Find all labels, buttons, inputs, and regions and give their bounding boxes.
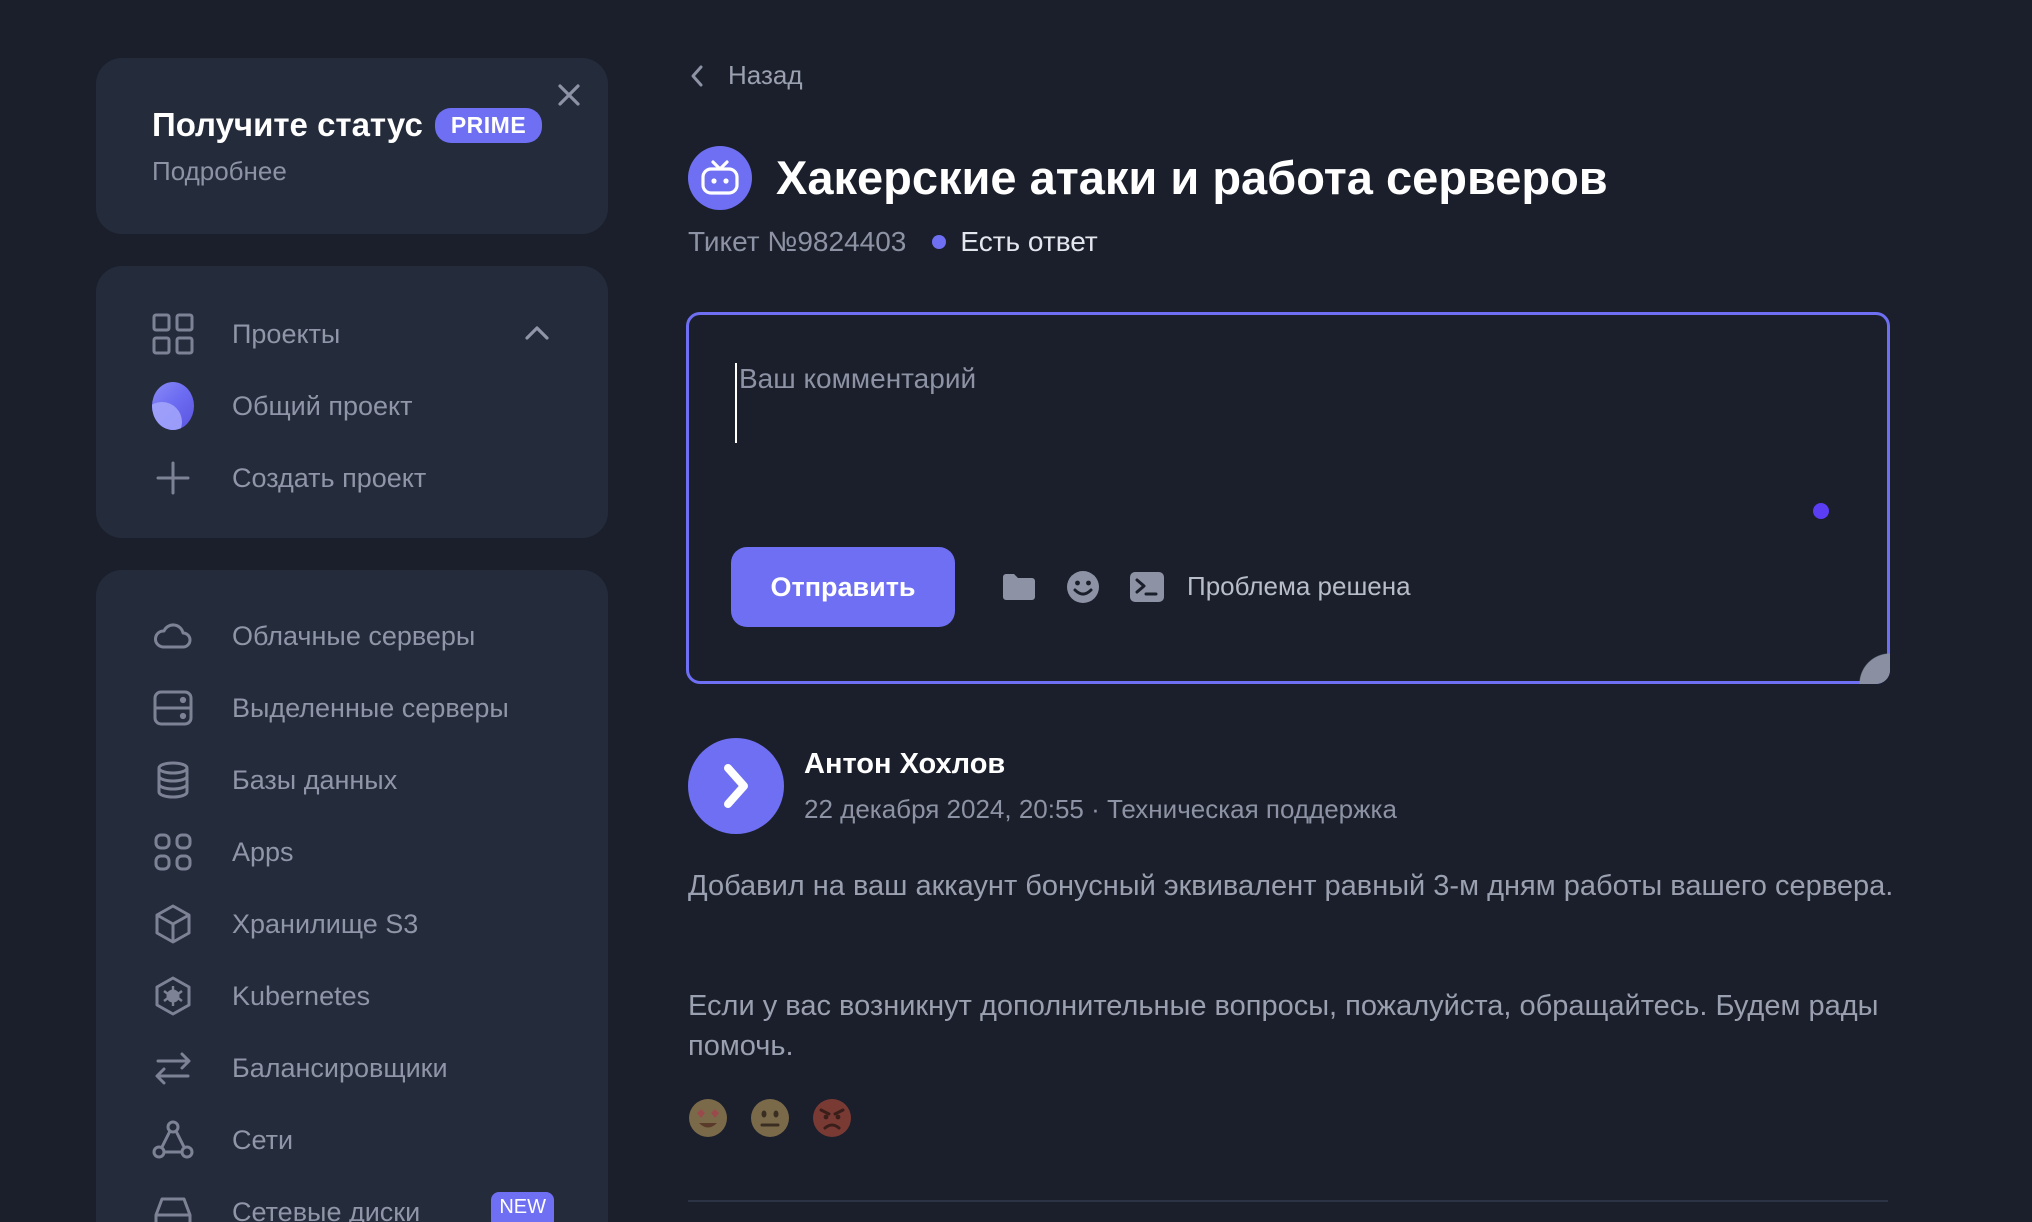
send-button[interactable]: Отправить [731, 547, 955, 627]
ticket-meta: Тикет №9824403 Есть ответ [688, 226, 1098, 258]
balancer-arrows-icon [152, 1047, 194, 1089]
terminal-icon[interactable] [1127, 567, 1167, 607]
new-badge: NEW [491, 1192, 554, 1222]
angry-face-reaction[interactable] [812, 1098, 852, 1138]
sidebar-item-label: Хранилище S3 [232, 908, 419, 939]
sidebar-item-label: Балансировщики [232, 1052, 448, 1083]
chevron-up-icon[interactable] [520, 316, 554, 350]
database-icon [152, 759, 194, 801]
reactions [688, 1098, 852, 1138]
create-project-item[interactable]: Создать проект [152, 452, 568, 504]
reply-paragraph: Если у вас возникнут дополнительные вопр… [688, 990, 1879, 1062]
sidebar-item-label: Сети [232, 1124, 294, 1155]
server-icon [152, 687, 194, 729]
sidebar-item-label: Базы данных [232, 764, 398, 795]
sidebar-item-s3-storage[interactable]: Хранилище S3 [152, 898, 568, 950]
chevron-left-icon [691, 65, 703, 86]
back-link[interactable]: Назад [686, 60, 803, 91]
sidebar-item-label: Выделенные серверы [232, 692, 509, 723]
reply-paragraph: Добавил на ваш аккаунт бонусный эквивале… [688, 870, 1894, 902]
sidebar-item-label: Kubernetes [232, 980, 371, 1011]
problem-solved-button[interactable]: Проблема решена [1187, 571, 1411, 602]
author-name: Антон Хохлов [804, 748, 1006, 780]
status-badge: Есть ответ [960, 226, 1098, 257]
create-project-label: Создать проект [232, 462, 427, 493]
promo-title-text: Получите статус [152, 106, 423, 143]
sidebar-item-networks[interactable]: Сети [152, 1114, 568, 1166]
sidebar-item-network-disks[interactable]: Сетевые диски NEW [152, 1186, 568, 1222]
indicator-dot [1813, 503, 1829, 519]
heart-eyes-reaction[interactable] [688, 1098, 728, 1138]
storage-cube-icon [152, 903, 194, 945]
project-item-general[interactable]: Общий проект [152, 380, 568, 432]
emoji-icon[interactable] [1063, 567, 1103, 607]
projects-card: Проекты Общий проект Создать проект [96, 266, 608, 538]
disk-icon [152, 1191, 194, 1222]
prime-promo-card: Получите статус PRIME Подробнее [96, 58, 608, 234]
close-icon[interactable] [552, 78, 586, 112]
sidebar-item-label: Сетевые диски [232, 1196, 421, 1222]
page-title: Хакерские атаки и работа серверов [776, 151, 1608, 204]
status-dot [932, 235, 947, 249]
project-label: Общий проект [232, 390, 413, 421]
project-avatar-icon [152, 382, 194, 430]
projects-header-label: Проекты [232, 318, 341, 349]
sidebar-item-databases[interactable]: Базы данных [152, 754, 568, 806]
reply-meta: 22 декабря 2024, 20:55 · Техническая под… [804, 794, 1397, 824]
sidebar-item-dedicated-servers[interactable]: Выделенные серверы [152, 682, 568, 734]
sidebar-item-apps[interactable]: Apps [152, 826, 568, 878]
projects-header[interactable]: Проекты [152, 308, 568, 360]
apps-icon [152, 831, 194, 873]
avatar [688, 738, 784, 834]
sidebar-item-label: Apps [232, 836, 294, 867]
promo-title: Получите статус PRIME [152, 106, 543, 144]
prime-badge: PRIME [434, 107, 543, 143]
back-label: Назад [728, 60, 803, 90]
chevron-right-icon [724, 764, 748, 808]
sidebar-item-balancers[interactable]: Балансировщики [152, 1042, 568, 1094]
services-menu: Облачные серверы Выделенные серверы Базы… [96, 570, 608, 1222]
plus-icon [152, 457, 194, 499]
sidebar-item-kubernetes[interactable]: Kubernetes [152, 970, 568, 1022]
divider [688, 1200, 1888, 1202]
cloud-icon [152, 615, 194, 657]
ticket-number: Тикет №9824403 [688, 226, 907, 257]
comment-box: Отправить Проблема решена [686, 312, 1890, 684]
sidebar-item-cloud-servers[interactable]: Облачные серверы [152, 610, 568, 662]
projects-grid-icon [152, 313, 194, 355]
neutral-face-reaction[interactable] [750, 1098, 790, 1138]
folder-icon[interactable] [999, 567, 1039, 607]
promo-more-link[interactable]: Подробнее [152, 156, 287, 187]
resize-handle[interactable] [1856, 650, 1890, 684]
support-bot-icon [688, 146, 752, 210]
network-icon [152, 1119, 194, 1161]
support-ticket-page: Получите статус PRIME Подробнее Проекты … [0, 0, 2032, 1222]
sidebar-item-label: Облачные серверы [232, 620, 476, 651]
kubernetes-icon [152, 975, 194, 1017]
comment-input[interactable] [735, 363, 1795, 443]
